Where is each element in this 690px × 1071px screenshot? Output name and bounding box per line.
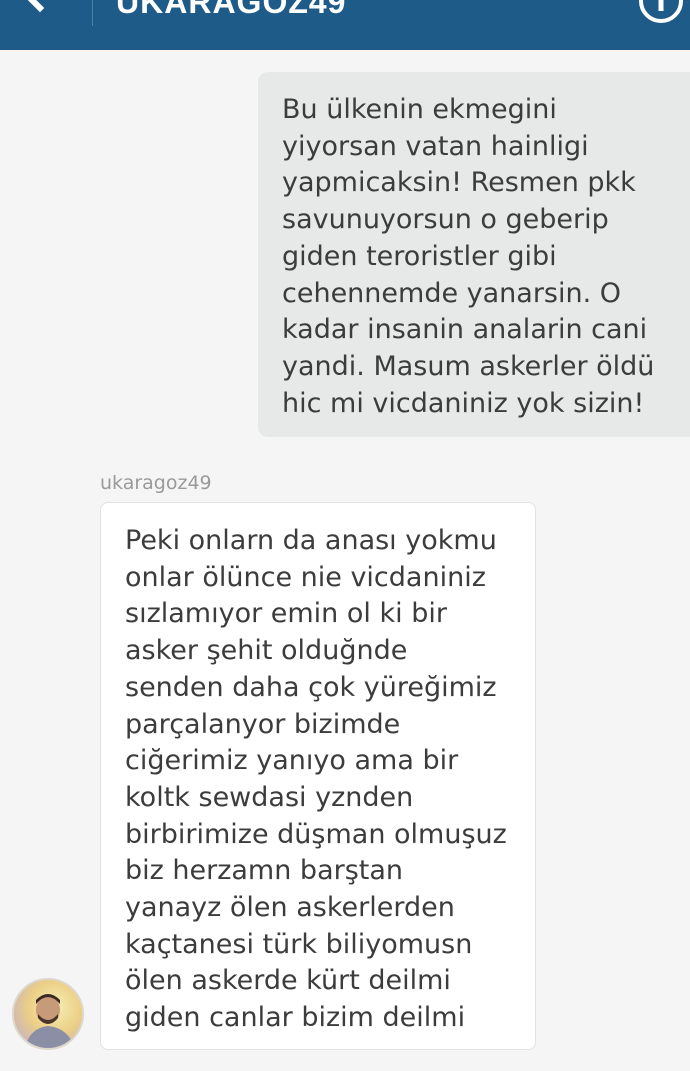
avatar-photo-icon	[24, 994, 75, 1048]
info-icon[interactable]	[636, 0, 686, 26]
chat-header: UKARAGOZ49	[0, 0, 690, 50]
sent-message-bubble[interactable]: Bu ülkenin ekmegini yiyorsan vatan hainl…	[258, 72, 690, 437]
sender-avatar[interactable]	[12, 978, 84, 1050]
conversation-title[interactable]: UKARAGOZ49	[116, 0, 346, 21]
received-message-bubble[interactable]: Peki onlarn da anası yokmu onlar ölünce …	[100, 502, 536, 1050]
back-arrow-icon[interactable]	[14, 0, 74, 30]
sender-username: ukaragoz49	[100, 472, 212, 494]
header-divider	[92, 0, 93, 26]
